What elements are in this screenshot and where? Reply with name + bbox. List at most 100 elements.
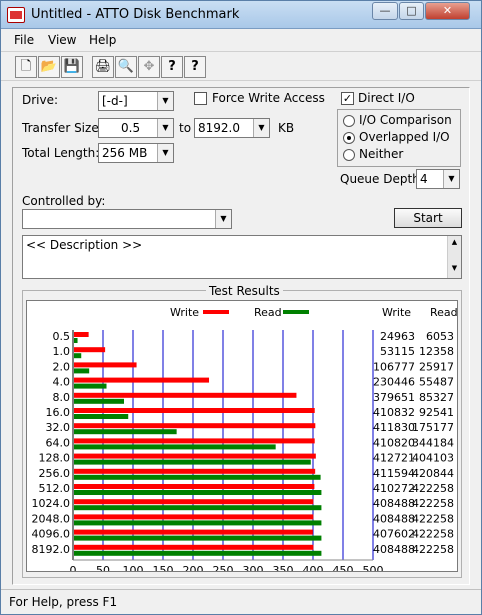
x-tick-label: 0 xyxy=(70,564,77,571)
help-icon[interactable]: ? xyxy=(161,56,183,78)
transfer-size-to-select[interactable]: 8192.0 ▼ xyxy=(194,118,270,138)
overlapped-io-radio[interactable] xyxy=(343,132,355,144)
title-bar[interactable]: Untitled - ATTO Disk Benchmark — □ ✕ xyxy=(1,1,481,29)
write-bar xyxy=(74,332,89,337)
queue-depth-label: Queue Depth: xyxy=(340,172,424,186)
write-bar xyxy=(74,362,137,368)
chevron-down-icon: ▼ xyxy=(157,92,173,110)
app-window: Untitled - ATTO Disk Benchmark — □ ✕ Fil… xyxy=(0,0,482,615)
read-value: 404103 xyxy=(412,452,454,465)
x-tick-label: 400 xyxy=(303,564,324,571)
table-header-read: Read xyxy=(430,306,457,319)
write-value: 106777 xyxy=(373,360,415,373)
write-bar xyxy=(74,347,106,353)
controlled-by-select[interactable]: ▼ xyxy=(22,209,232,229)
read-value: 92541 xyxy=(419,406,454,419)
y-tick-label: 0.5 xyxy=(53,330,71,343)
maximize-button[interactable]: □ xyxy=(399,2,424,20)
chevron-down-icon: ▼ xyxy=(253,119,269,137)
read-value: 422258 xyxy=(412,528,454,541)
y-tick-label: 128.0 xyxy=(39,452,71,465)
read-bar xyxy=(74,474,321,480)
direct-io-checkbox[interactable]: ✓ xyxy=(341,92,354,105)
read-value: 6053 xyxy=(426,330,454,343)
window-title: Untitled - ATTO Disk Benchmark xyxy=(31,7,240,22)
move-icon[interactable]: ✥ xyxy=(138,56,160,78)
read-value: 422258 xyxy=(412,512,454,525)
open-icon[interactable]: 📂 xyxy=(38,56,60,78)
test-results-title: Test Results xyxy=(206,284,283,298)
print-icon[interactable]: 🖨 xyxy=(92,56,114,78)
direct-io-label: Direct I/O xyxy=(358,91,415,105)
x-tick-label: 50 xyxy=(96,564,110,571)
read-value: 422258 xyxy=(412,497,454,510)
close-button[interactable]: ✕ xyxy=(425,2,470,20)
read-value: 420844 xyxy=(412,467,454,480)
write-value: 412721 xyxy=(373,452,415,465)
x-tick-label: 200 xyxy=(183,564,204,571)
read-bar xyxy=(74,550,322,556)
y-tick-label: 16.0 xyxy=(46,406,71,419)
write-value: 410832 xyxy=(373,406,415,419)
menu-help[interactable]: Help xyxy=(89,33,116,47)
drive-select[interactable]: [-d-] ▼ xyxy=(98,91,174,111)
kb-unit-label: KB xyxy=(278,121,295,135)
io-comparison-radio[interactable] xyxy=(343,115,355,127)
to-label: to xyxy=(179,121,192,135)
write-bar xyxy=(74,529,313,535)
total-length-label: Total Length: xyxy=(22,146,100,160)
menu-file[interactable]: File xyxy=(14,33,34,47)
force-write-checkbox[interactable] xyxy=(194,92,207,105)
x-tick-label: 150 xyxy=(153,564,174,571)
total-length-select[interactable]: 256 MB ▼ xyxy=(98,143,174,163)
main-panel: Drive: [-d-] ▼ Force Write Access Transf… xyxy=(12,87,470,585)
y-tick-label: 4.0 xyxy=(53,376,71,389)
write-value: 24963 xyxy=(380,330,415,343)
chevron-down-icon: ▼ xyxy=(443,170,459,188)
read-bar xyxy=(74,490,322,495)
legend-write-label: Write xyxy=(170,306,199,319)
write-value: 408488 xyxy=(373,543,415,556)
write-bar xyxy=(74,392,297,398)
status-text: For Help, press F1 xyxy=(9,595,118,609)
y-tick-label: 8192.0 xyxy=(32,543,71,556)
description-box[interactable]: << Description >> ▲ ▼ xyxy=(22,235,462,279)
y-tick-label: 256.0 xyxy=(39,467,71,480)
read-bar xyxy=(74,368,90,374)
write-bar xyxy=(74,377,210,383)
context-help-icon[interactable]: ? xyxy=(184,56,206,78)
write-bar xyxy=(74,423,316,429)
read-bar xyxy=(74,398,124,404)
x-tick-label: 500 xyxy=(363,564,384,571)
menu-view[interactable]: View xyxy=(48,33,76,47)
write-value: 379651 xyxy=(373,391,415,404)
legend-write-swatch xyxy=(203,310,229,314)
read-bar xyxy=(74,520,322,526)
transfer-size-from-select[interactable]: 0.5 ▼ xyxy=(98,118,174,138)
toolbar: 🗋 📂 💾 🖨 🔍 ✥ ? ? xyxy=(1,51,481,81)
write-bar xyxy=(74,484,315,489)
write-bar xyxy=(74,514,314,520)
overlapped-io-label: Overlapped I/O xyxy=(359,130,450,144)
write-value: 230446 xyxy=(373,376,415,389)
read-bar xyxy=(74,414,129,419)
queue-depth-select[interactable]: 4 ▼ xyxy=(416,169,460,189)
read-value: 422258 xyxy=(412,543,454,556)
write-value: 408488 xyxy=(373,512,415,525)
new-icon[interactable]: 🗋 xyxy=(15,56,37,78)
write-bar xyxy=(74,438,315,444)
read-value: 12358 xyxy=(419,345,454,358)
neither-radio[interactable] xyxy=(343,149,355,161)
x-tick-label: 100 xyxy=(123,564,144,571)
x-tick-label: 300 xyxy=(243,564,264,571)
save-icon[interactable]: 💾 xyxy=(61,56,83,78)
write-value: 410272 xyxy=(373,482,415,495)
x-tick-label: 350 xyxy=(273,564,294,571)
y-tick-label: 8.0 xyxy=(53,391,71,404)
print-preview-icon[interactable]: 🔍 xyxy=(115,56,137,78)
description-scrollbar[interactable]: ▲ ▼ xyxy=(447,236,461,278)
read-bar xyxy=(74,429,177,435)
read-value: 85327 xyxy=(419,391,454,404)
start-button[interactable]: Start xyxy=(394,208,462,228)
minimize-button[interactable]: — xyxy=(372,2,398,20)
